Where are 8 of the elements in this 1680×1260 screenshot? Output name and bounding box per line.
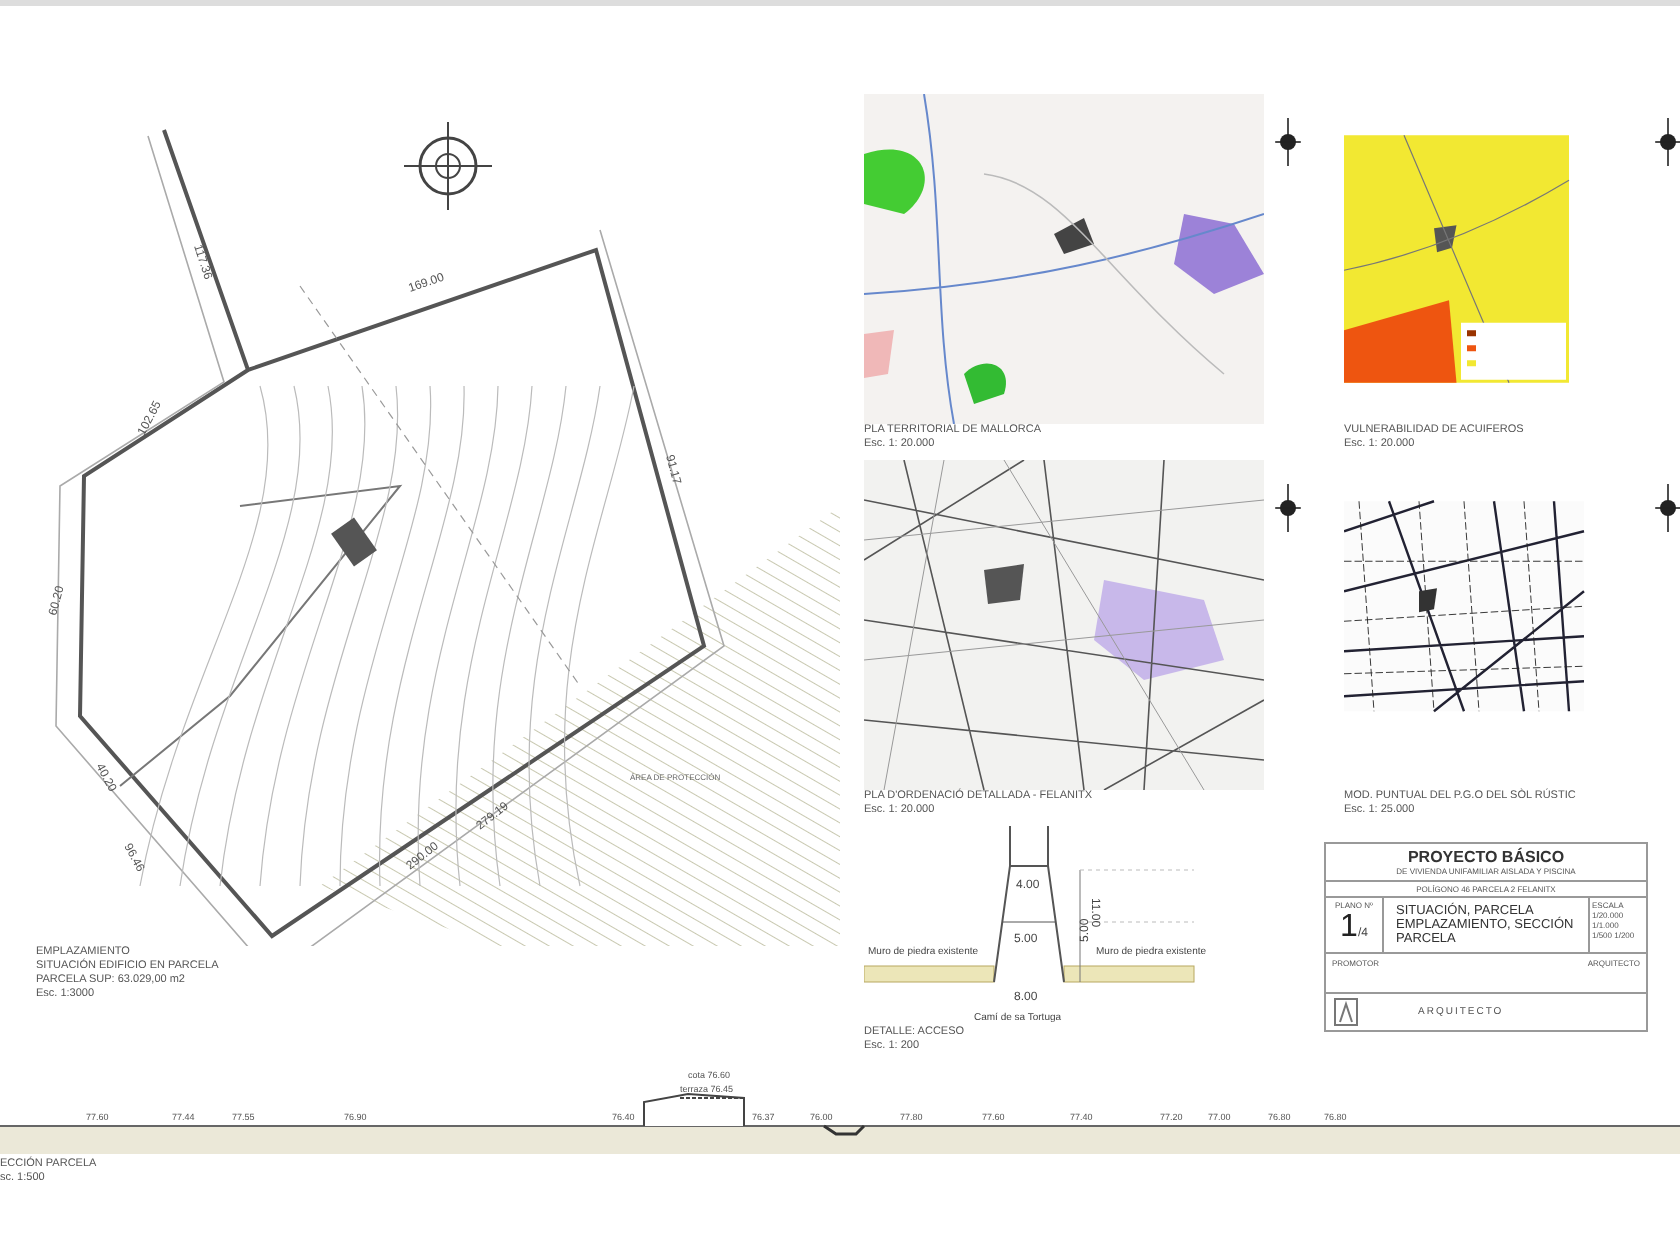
north-arrow-icon xyxy=(1272,118,1304,166)
north-arrow-icon xyxy=(1652,118,1680,166)
sheet-number: 1 xyxy=(1340,910,1358,946)
project-title: PROYECTO BÁSICO xyxy=(1405,848,1567,866)
architect-logo-icon xyxy=(1334,998,1358,1026)
compass-rose-icon xyxy=(403,121,493,211)
north-arrow-icon xyxy=(1272,484,1304,532)
north-arrow-icon xyxy=(1652,484,1680,532)
